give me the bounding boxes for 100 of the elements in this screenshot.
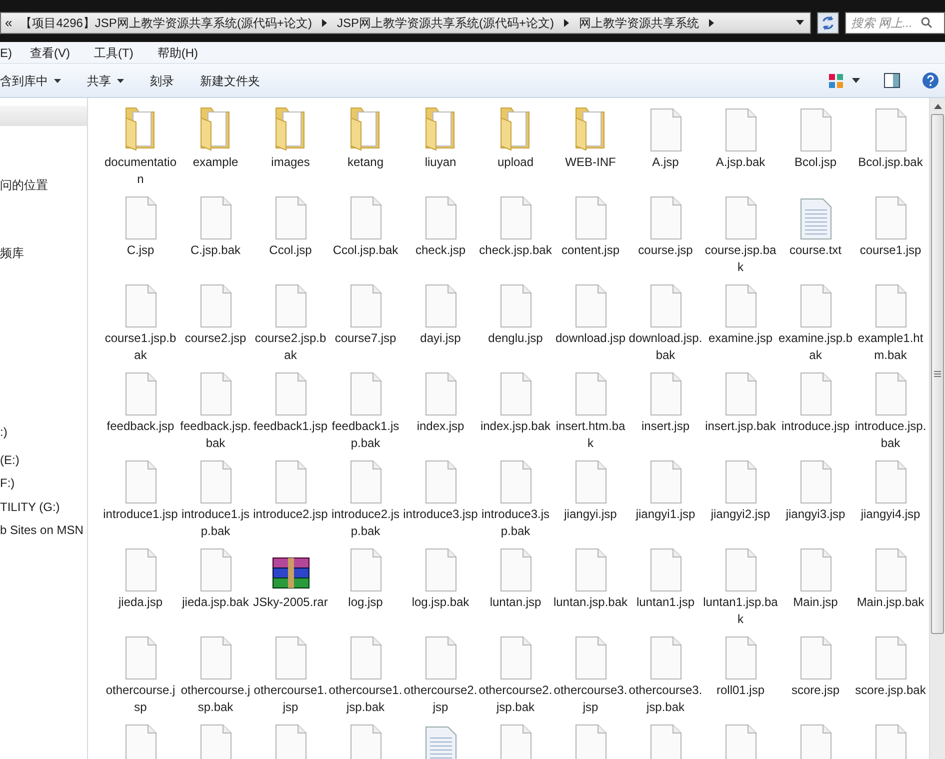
file-name[interactable]: course.jsp: [628, 242, 703, 259]
file-name[interactable]: jiangyi4.jsp: [853, 506, 928, 523]
file-name[interactable]: Ccol.jsp: [253, 242, 328, 259]
file-name[interactable]: course.txt: [778, 242, 853, 259]
file-name[interactable]: WEB-INF: [553, 154, 628, 171]
menu-item[interactable]: 帮助(H): [157, 44, 198, 62]
file-name[interactable]: score.jsp: [778, 682, 853, 699]
file-name[interactable]: course2.jsp: [178, 330, 253, 347]
file-name[interactable]: othercourse2.jsp.bak: [478, 682, 553, 716]
file-name[interactable]: othercourse.jsp: [103, 682, 178, 716]
dropdown-arrow-icon[interactable]: [117, 78, 124, 82]
dropdown-arrow-icon[interactable]: [54, 78, 61, 82]
navigation-item[interactable]: :): [0, 423, 8, 441]
file-name[interactable]: feedback.jsp: [103, 418, 178, 435]
file-name[interactable]: jiangyi3.jsp: [778, 506, 853, 523]
file-name[interactable]: Bcol.jsp.bak: [853, 154, 928, 171]
vertical-scrollbar[interactable]: [929, 98, 945, 759]
file-name[interactable]: check.jsp.bak: [478, 242, 553, 259]
file-name[interactable]: examine.jsp.bak: [778, 330, 853, 364]
file-name[interactable]: othercourse.jsp.bak: [178, 682, 253, 716]
file-name[interactable]: luntan1.jsp: [628, 594, 703, 611]
file-name[interactable]: course2.jsp.bak: [253, 330, 328, 364]
file-name[interactable]: check.jsp: [403, 242, 478, 259]
file-name[interactable]: course1.jsp: [853, 242, 928, 259]
file-name[interactable]: luntan.jsp.bak: [553, 594, 628, 611]
navigation-item[interactable]: 问的位置: [0, 176, 48, 194]
file-name[interactable]: A.jsp.bak: [703, 154, 778, 171]
file-name[interactable]: A.jsp: [628, 154, 703, 171]
breadcrumb[interactable]: 网上教学资源共享系统: [574, 14, 703, 32]
file-name[interactable]: feedback1.jsp.bak: [328, 418, 403, 452]
file-name[interactable]: othercourse3.jsp: [553, 682, 628, 716]
file-name[interactable]: images: [253, 154, 328, 171]
help-icon[interactable]: [922, 72, 939, 89]
file-name[interactable]: score.jsp.bak: [853, 682, 928, 699]
file-name[interactable]: denglu.jsp: [478, 330, 553, 347]
file-name[interactable]: log.jsp: [328, 594, 403, 611]
file-name[interactable]: othercourse3.jsp.bak: [628, 682, 703, 716]
search-field[interactable]: 搜索 网上...: [845, 12, 945, 34]
file-name[interactable]: feedback.jsp.bak: [178, 418, 253, 452]
file-name[interactable]: documentation: [103, 154, 178, 188]
breadcrumb[interactable]: 【项目4296】JSP网上教学资源共享系统(源代码+论文): [16, 14, 316, 32]
view-options-icon[interactable]: [828, 72, 844, 88]
file-name[interactable]: examine.jsp: [703, 330, 778, 347]
file-name[interactable]: course7.jsp: [328, 330, 403, 347]
address-bar[interactable]: « 【项目4296】JSP网上教学资源共享系统(源代码+论文) JSP网上教学资源共享系统(源代码+论文) 网上教学资源共享系统: [0, 12, 811, 34]
dropdown-arrow-icon[interactable]: [796, 20, 804, 25]
file-name[interactable]: Main.jsp.bak: [853, 594, 928, 611]
file-name[interactable]: jiangyi1.jsp: [628, 506, 703, 523]
file-name[interactable]: content.jsp: [553, 242, 628, 259]
breadcrumb[interactable]: JSP网上教学资源共享系统(源代码+论文): [332, 14, 558, 32]
file-name[interactable]: liuyan: [403, 154, 478, 171]
file-name[interactable]: othercourse1.jsp.bak: [328, 682, 403, 716]
file-name[interactable]: othercourse2.jsp: [403, 682, 478, 716]
file-name[interactable]: othercourse1.jsp: [253, 682, 328, 716]
preview-pane-icon[interactable]: [884, 73, 900, 88]
file-name[interactable]: example: [178, 154, 253, 171]
file-name[interactable]: index.jsp: [403, 418, 478, 435]
menu-item[interactable]: E): [0, 44, 12, 62]
file-name[interactable]: jiangyi2.jsp: [703, 506, 778, 523]
breadcrumb-arrow-icon[interactable]: [322, 18, 327, 26]
breadcrumb-arrow-icon[interactable]: [708, 18, 714, 26]
menu-item[interactable]: 查看(V): [30, 44, 70, 62]
navigation-item[interactable]: (E:): [0, 451, 20, 469]
navigation-item[interactable]: b Sites on MSN: [0, 521, 84, 539]
file-name[interactable]: Bcol.jsp: [778, 154, 853, 171]
file-name[interactable]: jieda.jsp: [103, 594, 178, 611]
menu-item[interactable]: 工具(T): [94, 44, 134, 62]
file-name[interactable]: introduce.jsp: [778, 418, 853, 435]
file-name[interactable]: course.jsp.bak: [703, 242, 778, 276]
file-name[interactable]: introduce3.jsp: [403, 506, 478, 523]
file-name[interactable]: insert.jsp.bak: [703, 418, 778, 435]
file-name[interactable]: index.jsp.bak: [478, 418, 553, 435]
refresh-icon[interactable]: [817, 12, 839, 34]
file-name[interactable]: luntan1.jsp.bak: [703, 594, 778, 628]
file-name[interactable]: feedback1.jsp: [253, 418, 328, 435]
file-name[interactable]: upload: [478, 154, 553, 171]
file-name[interactable]: log.jsp.bak: [403, 594, 478, 611]
file-name[interactable]: roll01.jsp: [703, 682, 778, 699]
file-name[interactable]: introduce2.jsp: [253, 506, 328, 523]
file-name[interactable]: introduce2.jsp.bak: [328, 506, 403, 540]
scroll-up-arrow-icon[interactable]: [934, 104, 942, 109]
file-name[interactable]: introduce3.jsp.bak: [478, 506, 553, 540]
file-name[interactable]: introduce1.jsp.bak: [178, 506, 253, 540]
toolbar-button[interactable]: 含到库中: [0, 68, 71, 92]
scrollbar-thumb[interactable]: [931, 114, 944, 634]
file-name[interactable]: jiangyi.jsp: [553, 506, 628, 523]
file-name[interactable]: C.jsp: [103, 242, 178, 259]
file-name[interactable]: download.jsp: [553, 330, 628, 347]
file-name[interactable]: example1.htm.bak: [853, 330, 928, 364]
navigation-item[interactable]: TILITY (G:): [0, 498, 60, 516]
file-name[interactable]: luntan.jsp: [478, 594, 553, 611]
file-name[interactable]: Main.jsp: [778, 594, 853, 611]
file-name[interactable]: jieda.jsp.bak: [178, 594, 253, 611]
file-name[interactable]: insert.jsp: [628, 418, 703, 435]
toolbar-button[interactable]: 共享: [77, 68, 134, 92]
file-name[interactable]: introduce.jsp.bak: [853, 418, 928, 452]
overflow-chevron[interactable]: «: [1, 12, 16, 32]
file-name[interactable]: course1.jsp.bak: [103, 330, 178, 364]
file-name[interactable]: insert.htm.bak: [553, 418, 628, 452]
toolbar-button[interactable]: 刻录: [140, 68, 184, 92]
